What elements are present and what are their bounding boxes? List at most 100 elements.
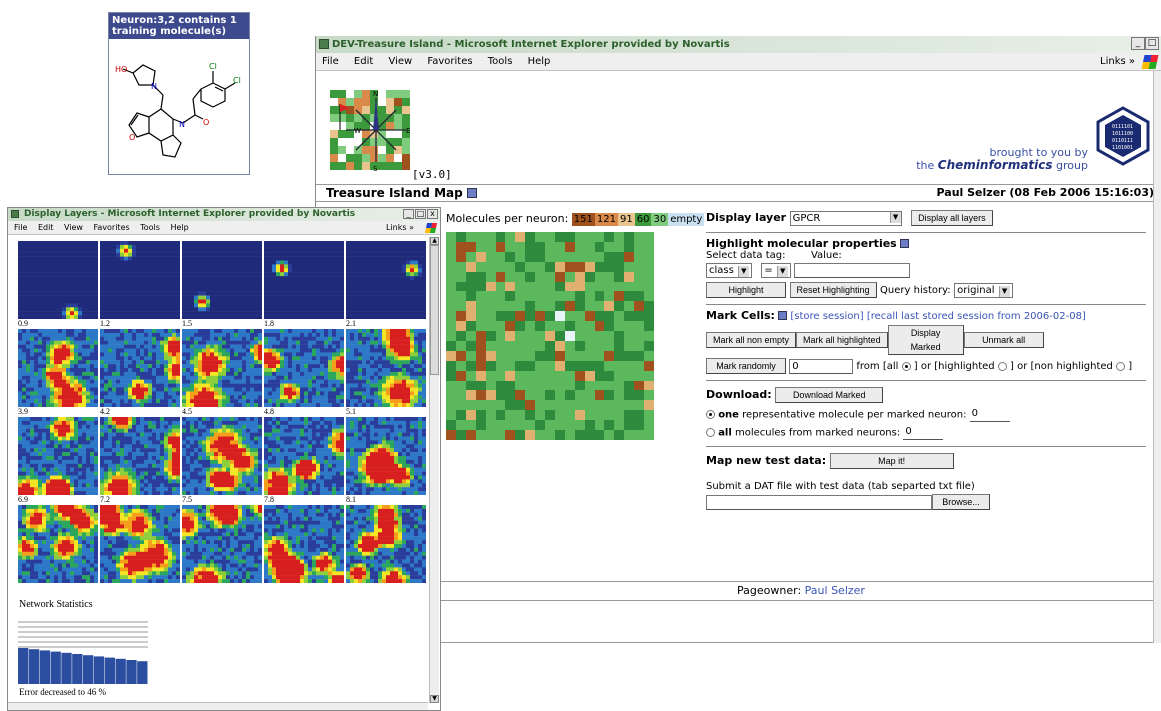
map-cell[interactable] (554, 232, 565, 242)
layer-heatmap-thumbnail[interactable] (100, 329, 180, 407)
representative-count-input[interactable]: 0 (969, 407, 1010, 422)
map-cell[interactable] (614, 271, 625, 282)
map-cell[interactable] (475, 251, 486, 262)
map-cell[interactable] (564, 251, 575, 262)
map-cell[interactable] (485, 261, 496, 272)
map-cell[interactable] (594, 331, 605, 341)
map-cell[interactable] (574, 241, 585, 252)
operator-select[interactable]: = ▼ (761, 263, 791, 278)
map-cell[interactable] (584, 420, 595, 431)
map-cell[interactable] (495, 400, 506, 411)
map-cell[interactable] (554, 271, 565, 282)
map-cell[interactable] (515, 241, 526, 252)
map-cell[interactable] (455, 380, 466, 391)
main-titlebar[interactable]: DEV-Treasure Island - Microsoft Internet… (316, 36, 1161, 53)
map-cell[interactable] (574, 291, 585, 302)
map-cell[interactable] (505, 232, 516, 242)
map-cell[interactable] (584, 251, 595, 262)
map-cell[interactable] (465, 400, 476, 411)
map-cell[interactable] (584, 331, 595, 341)
map-cell[interactable] (525, 291, 536, 302)
map-cell[interactable] (515, 321, 526, 332)
map-cell[interactable] (644, 291, 654, 302)
map-cell[interactable] (634, 331, 645, 341)
map-cell[interactable] (545, 261, 555, 272)
map-cell[interactable] (614, 311, 625, 322)
map-cell[interactable] (624, 291, 635, 302)
unmark-all-button[interactable]: Unmark all (963, 332, 1044, 348)
map-cell[interactable] (574, 301, 585, 312)
map-cell[interactable] (634, 321, 645, 332)
map-cell[interactable] (505, 400, 516, 411)
map-cell[interactable] (644, 390, 654, 401)
map-cell[interactable] (644, 261, 654, 272)
map-cell[interactable] (495, 241, 506, 252)
layer-heatmap-thumbnail[interactable] (346, 505, 426, 583)
map-cell[interactable] (535, 370, 546, 381)
map-cell[interactable] (594, 420, 605, 431)
map-cell[interactable] (465, 430, 476, 440)
layer-heatmap-thumbnail[interactable] (100, 241, 180, 319)
scroll-thumb[interactable] (430, 245, 439, 375)
layer-heatmap-thumbnail[interactable] (18, 329, 98, 407)
map-cell[interactable] (525, 340, 536, 351)
map-cell[interactable] (564, 261, 575, 272)
map-cell[interactable] (584, 321, 595, 332)
map-cell[interactable] (584, 360, 595, 371)
map-cell[interactable] (545, 311, 555, 322)
map-cell[interactable] (505, 350, 516, 361)
map-cell[interactable] (515, 281, 526, 292)
layer-heatmap-thumbnail[interactable] (18, 417, 98, 495)
map-cell[interactable] (535, 410, 546, 421)
map-cell[interactable] (564, 321, 575, 332)
map-cell[interactable] (574, 420, 585, 431)
map-cell[interactable] (554, 301, 565, 312)
info-icon[interactable] (466, 188, 477, 198)
layer-heatmap-thumbnail[interactable] (100, 417, 180, 495)
map-cell[interactable] (495, 340, 506, 351)
map-cell[interactable] (446, 390, 456, 401)
menu-view[interactable]: View (64, 223, 83, 232)
map-cell[interactable] (525, 390, 536, 401)
map-cell[interactable] (554, 370, 565, 381)
all-molecules-count-input[interactable]: 0 (903, 425, 944, 440)
map-cell[interactable] (535, 271, 546, 282)
map-cell[interactable] (644, 321, 654, 332)
map-cell[interactable] (505, 420, 516, 431)
map-cell[interactable] (505, 241, 516, 252)
mark-random-count-input[interactable]: 0 (789, 358, 854, 374)
map-cell[interactable] (446, 261, 456, 272)
map-cell[interactable] (465, 340, 476, 351)
info-icon[interactable] (778, 311, 788, 320)
map-cell[interactable] (564, 420, 575, 431)
map-cell[interactable] (644, 430, 654, 440)
map-cell[interactable] (554, 291, 565, 302)
map-cell[interactable] (446, 340, 456, 351)
map-cell[interactable] (644, 380, 654, 391)
map-cell[interactable] (545, 281, 555, 292)
menu-edit[interactable]: Edit (38, 223, 54, 232)
map-cell[interactable] (455, 291, 466, 302)
map-cell[interactable] (455, 331, 466, 341)
map-cell[interactable] (535, 251, 546, 262)
map-cell[interactable] (574, 232, 585, 242)
map-cell[interactable] (465, 410, 476, 421)
map-cell[interactable] (604, 232, 615, 242)
map-cell[interactable] (465, 331, 476, 341)
map-cell[interactable] (535, 430, 546, 440)
map-cell[interactable] (574, 331, 585, 341)
map-cell[interactable] (634, 241, 645, 252)
map-cell[interactable] (455, 241, 466, 252)
map-cell[interactable] (614, 420, 625, 431)
map-cell[interactable] (634, 350, 645, 361)
main-scrollbar[interactable] (1153, 71, 1161, 643)
map-cell[interactable] (564, 281, 575, 292)
map-cell[interactable] (495, 420, 506, 431)
scroll-up-arrow-icon[interactable]: ▲ (430, 237, 439, 245)
map-cell[interactable] (535, 360, 546, 371)
map-cell[interactable] (545, 410, 555, 421)
map-cell[interactable] (574, 360, 585, 371)
map-cell[interactable] (634, 400, 645, 411)
map-cell[interactable] (485, 241, 496, 252)
map-cell[interactable] (584, 390, 595, 401)
